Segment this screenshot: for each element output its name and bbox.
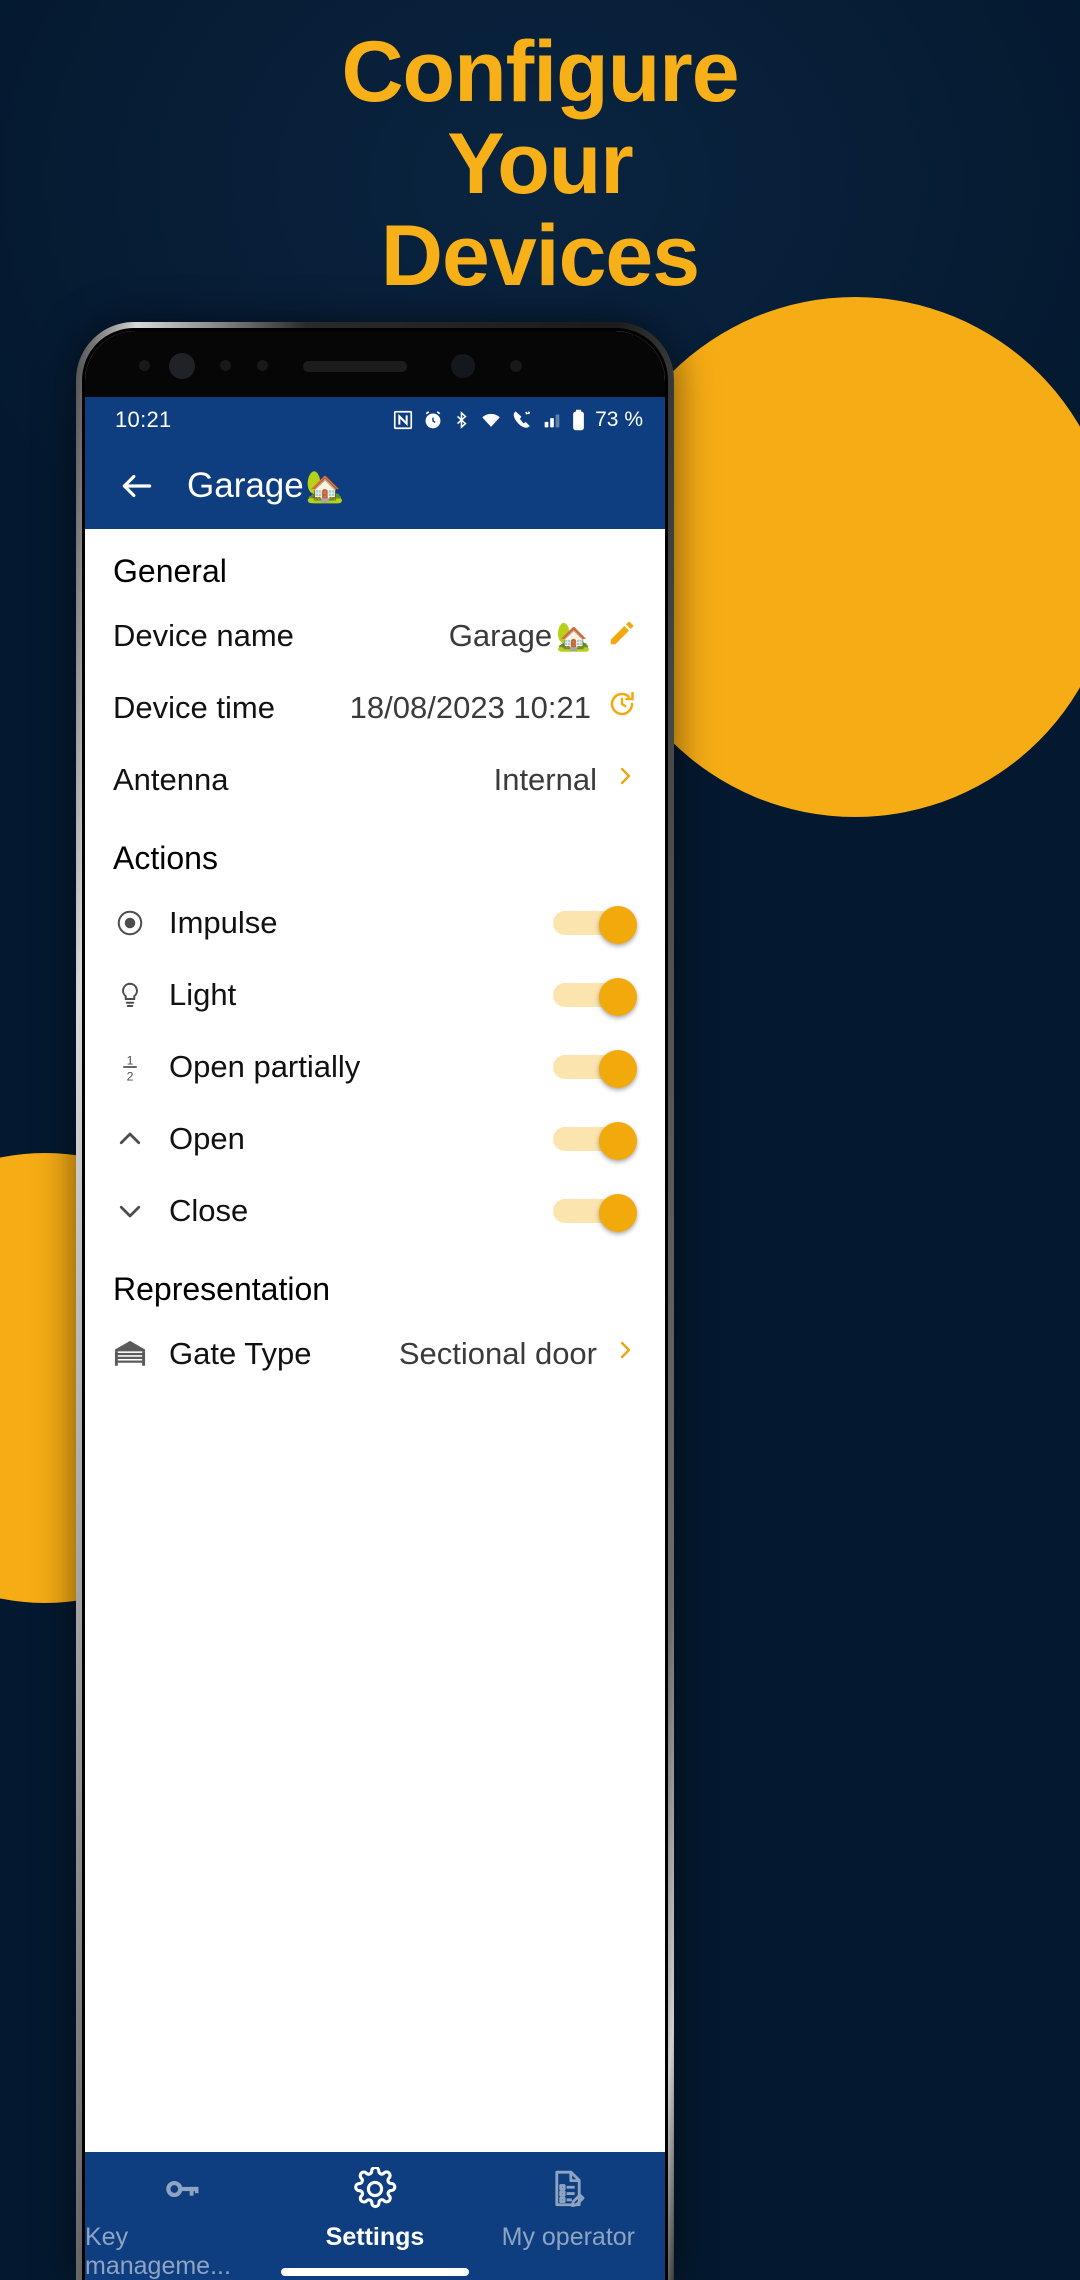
toggle-thumb [599, 1122, 637, 1160]
sensor-dot-4 [451, 354, 475, 378]
toggle-thumb [599, 1050, 637, 1088]
half-fraction-icon: 1 2 [113, 1051, 147, 1083]
row-action-close[interactable]: Close [85, 1175, 665, 1247]
wifi-icon [479, 409, 503, 431]
bottom-navigation: Key manageme... Settings My operator [85, 2152, 665, 2280]
status-bar: 10:21 73 % [85, 397, 665, 443]
action-label-impulse: Impulse [169, 905, 278, 940]
key-icon [161, 2166, 203, 2212]
section-header-representation: Representation [113, 1271, 331, 1307]
row-action-impulse[interactable]: Impulse [85, 887, 665, 959]
toggle-impulse[interactable] [553, 906, 637, 944]
sensor-dot-5 [510, 360, 522, 372]
phone-mockup: 10:21 73 % Garage 🏡 General Device name … [76, 322, 674, 2280]
sensor-dot-1 [139, 360, 150, 371]
svg-text:1: 1 [127, 1054, 134, 1068]
bluetooth-icon [452, 409, 471, 431]
antenna-value-group: Internal [494, 762, 637, 798]
document-edit-icon [547, 2166, 589, 2212]
battery-percent-label: 73 % [595, 408, 643, 431]
gate-type-value-group: Sectional door [399, 1336, 637, 1372]
row-device-time[interactable]: Device time 18/08/2023 10:21 [85, 672, 665, 744]
settings-content: General Device name Garage 🏡 Device time [85, 529, 665, 2152]
pencil-edit-icon[interactable] [607, 618, 637, 655]
status-bar-icons: 73 % [392, 408, 643, 432]
refresh-clock-icon[interactable] [607, 689, 637, 727]
chevron-right-icon[interactable] [613, 762, 637, 798]
gate-type-value: Sectional door [398, 1336, 597, 1371]
toggle-thumb [599, 978, 637, 1016]
nav-item-key-management[interactable]: Key manageme... [85, 2166, 278, 2280]
action-label-open: Open [169, 1121, 245, 1156]
headline-line-1: Configure [341, 24, 739, 120]
nav-item-settings[interactable]: Settings [278, 2166, 471, 2252]
page-title: Garage 🏡 [187, 466, 344, 506]
lightbulb-icon [113, 980, 147, 1010]
row-action-open[interactable]: Open [85, 1103, 665, 1175]
impulse-radio-icon [113, 908, 147, 938]
device-name-label: Device name [113, 618, 294, 653]
antenna-value: Internal [493, 762, 597, 797]
gesture-navigation-bar [281, 2268, 469, 2276]
signal-icon [541, 409, 563, 431]
app-bar: Garage 🏡 [85, 443, 665, 529]
phone-screen: 10:21 73 % Garage 🏡 General Device name … [85, 331, 665, 2280]
toggle-open[interactable] [553, 1122, 637, 1160]
section-header-general: General [113, 553, 227, 589]
toggle-thumb [599, 906, 637, 944]
sensor-dot-2 [220, 360, 231, 371]
headline-line-3: Devices [380, 208, 700, 305]
toggle-thumb [599, 1194, 637, 1232]
sensor-dot-3 [257, 360, 268, 371]
nav-label-my-operator: My operator [501, 2223, 636, 2251]
chevron-up-icon [113, 1124, 147, 1154]
svg-text:2: 2 [127, 1070, 134, 1083]
phone-top-bezel [85, 331, 665, 397]
device-time-value: 18/08/2023 10:21 [349, 690, 591, 725]
action-label-open-partially: Open partially [169, 1049, 361, 1084]
arrow-left-icon[interactable] [109, 458, 165, 514]
toggle-light[interactable] [553, 978, 637, 1016]
headline-line-2: Your [447, 116, 634, 213]
section-header-actions: Actions [113, 840, 218, 876]
page-title-text: Garage [187, 466, 304, 505]
chevron-right-icon[interactable] [613, 1336, 637, 1372]
gear-icon [353, 2166, 397, 2212]
alarm-icon [422, 409, 444, 431]
earpiece-speaker [303, 361, 407, 372]
gate-type-label: Gate Type [169, 1336, 312, 1371]
device-name-value: Garage [448, 618, 553, 653]
chevron-down-icon [113, 1196, 147, 1226]
device-time-label: Device time [113, 690, 275, 725]
battery-icon [571, 409, 586, 432]
row-device-name[interactable]: Device name Garage 🏡 [85, 600, 665, 672]
house-emoji-icon: 🏡 [556, 620, 591, 652]
nav-label-settings: Settings [325, 2223, 425, 2251]
toggle-close[interactable] [553, 1194, 637, 1232]
nav-item-my-operator[interactable]: My operator [472, 2166, 665, 2252]
antenna-label: Antenna [113, 762, 229, 797]
front-camera-icon [169, 353, 195, 379]
device-time-value-group: 18/08/2023 10:21 [350, 689, 637, 727]
action-label-close: Close [169, 1193, 249, 1228]
device-name-value-group: Garage 🏡 [449, 618, 637, 655]
nfc-icon [392, 409, 414, 431]
phone-bezel: 10:21 73 % Garage 🏡 General Device name … [82, 328, 668, 2280]
row-gate-type[interactable]: Gate Type Sectional door [85, 1318, 665, 1390]
house-emoji-icon: 🏡 [305, 468, 345, 504]
garage-door-icon [113, 1338, 147, 1370]
nav-label-key-management: Key manageme... [85, 2223, 231, 2280]
row-antenna[interactable]: Antenna Internal [85, 744, 665, 816]
status-bar-clock: 10:21 [115, 407, 172, 432]
promo-headline: Configure Your Devices [0, 26, 1080, 302]
row-action-open-partially[interactable]: 1 2 Open partially [85, 1031, 665, 1103]
toggle-open-partially[interactable] [553, 1050, 637, 1088]
row-action-light[interactable]: Light [85, 959, 665, 1031]
action-label-light: Light [169, 977, 237, 1012]
call-icon [511, 409, 533, 431]
